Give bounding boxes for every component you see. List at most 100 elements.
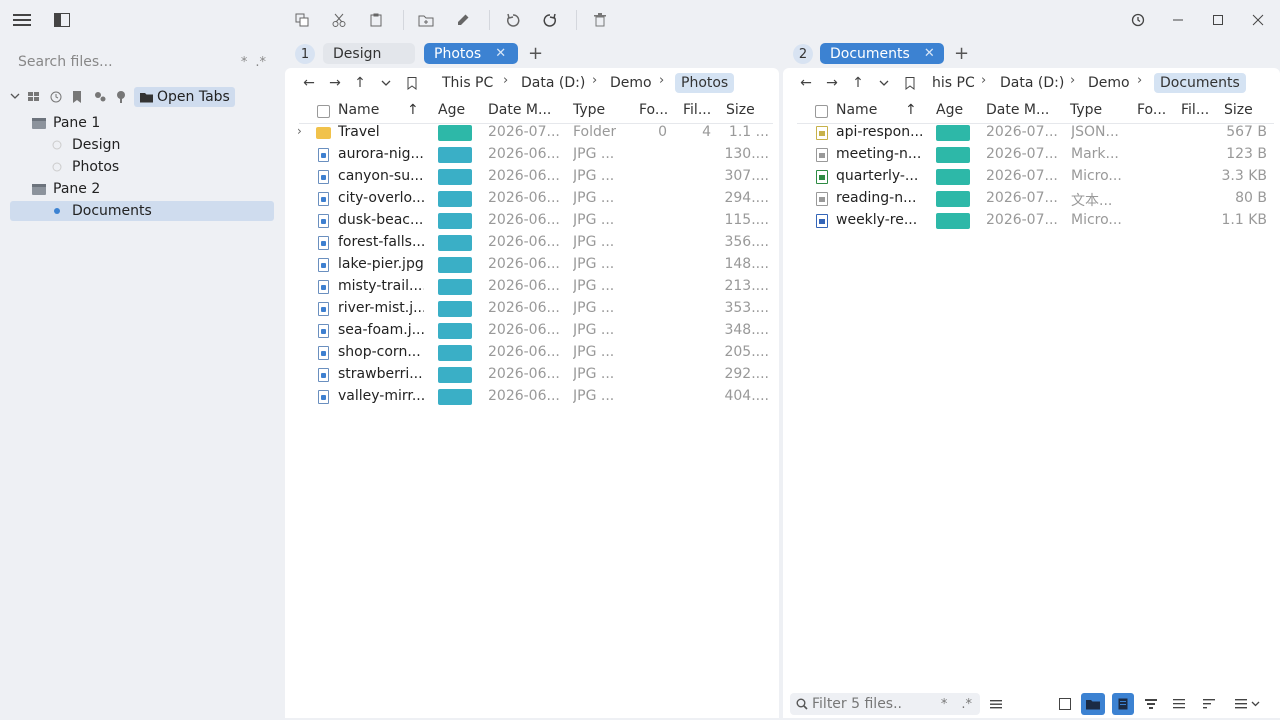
tab-close-icon[interactable]: ✕ — [495, 46, 506, 61]
breadcrumb-current[interactable]: Documents — [1154, 73, 1246, 93]
column-size[interactable]: Size — [726, 102, 755, 122]
forward-icon[interactable]: → — [326, 74, 344, 92]
history-dropdown-icon[interactable] — [875, 74, 893, 92]
back-icon[interactable]: ← — [797, 74, 815, 92]
tab-close-icon[interactable]: ✕ — [924, 46, 935, 61]
density-icon[interactable] — [1168, 693, 1190, 715]
tree-tab-photos[interactable]: Photos — [52, 157, 119, 177]
new-folder-icon[interactable] — [414, 8, 438, 32]
list-options-icon[interactable] — [985, 693, 1007, 715]
new-tab-button[interactable]: + — [528, 43, 543, 64]
column-size[interactable]: Size — [1224, 102, 1253, 122]
table-row[interactable]: meeting-n... 2026-07... Mark... 123 B — [783, 144, 1280, 166]
grid-view-icon[interactable] — [28, 91, 40, 103]
table-row[interactable]: lake-pier.jpg 2026-06... JPG ... 148.... — [285, 254, 779, 276]
table-row[interactable]: forest-falls... 2026-06... JPG ... 356.... — [285, 232, 779, 254]
tree-pane-2[interactable]: Pane 2 — [32, 179, 100, 199]
up-icon[interactable]: ↑ — [849, 74, 867, 92]
bookmark-icon[interactable] — [403, 74, 421, 92]
regex-toggle[interactable]: .* — [255, 55, 266, 70]
table-row[interactable]: quarterly-... 2026-07... Micro... 3.3 KB — [783, 166, 1280, 188]
column-type[interactable]: Type — [1070, 102, 1102, 122]
view-mode-dropdown[interactable] — [1228, 693, 1268, 715]
search-input[interactable]: Search files... * .* — [10, 49, 274, 75]
column-files[interactable]: Fil... — [683, 102, 711, 122]
minimize-icon[interactable] — [1166, 8, 1190, 32]
delete-icon[interactable] — [588, 8, 612, 32]
breadcrumb-item[interactable]: Demo — [1088, 73, 1130, 93]
tree-tab-documents[interactable]: Documents — [10, 201, 274, 221]
column-age[interactable]: Age — [438, 102, 465, 122]
new-tab-button[interactable]: + — [954, 43, 969, 64]
table-row[interactable]: dusk-beac... 2026-06... JPG ... 115.... — [285, 210, 779, 232]
table-row[interactable]: strawberri... 2026-06... JPG ... 292.... — [285, 364, 779, 386]
table-row[interactable]: sea-foam.j... 2026-06... JPG ... 348.... — [285, 320, 779, 342]
history-dropdown-icon[interactable] — [377, 74, 395, 92]
sort-ascending-icon[interactable]: ↑ — [407, 102, 419, 122]
filter-input[interactable]: Filter 5 files.. * .* — [790, 693, 980, 715]
table-row[interactable]: river-mist.j... 2026-06... JPG ... 353.... — [285, 298, 779, 320]
column-date[interactable]: Date M... — [488, 102, 551, 122]
regex-toggle[interactable]: .* — [961, 697, 972, 712]
table-row[interactable]: valley-mirr... 2026-06... JPG ... 404.... — [285, 386, 779, 408]
table-row[interactable]: reading-n... 2026-07... 文本... 80 B — [783, 188, 1280, 210]
wildcard-toggle[interactable]: * — [241, 55, 248, 70]
table-row[interactable]: › Travel 2026-07... Folder 0 4 1.1 ... — [285, 122, 779, 144]
tags-icon[interactable] — [94, 91, 106, 103]
copy-icon[interactable] — [290, 8, 314, 32]
group-icon[interactable] — [1140, 693, 1162, 715]
column-name[interactable]: Name — [338, 102, 379, 122]
table-row[interactable]: shop-corn... 2026-06... JPG ... 205.... — [285, 342, 779, 364]
forward-icon[interactable]: → — [823, 74, 841, 92]
redo-icon[interactable] — [538, 8, 562, 32]
table-row[interactable]: weekly-re... 2026-07... Micro... 1.1 KB — [783, 210, 1280, 232]
sort-icon[interactable] — [1198, 693, 1220, 715]
up-icon[interactable]: ↑ — [351, 74, 369, 92]
column-folders[interactable]: Fo... — [1137, 102, 1166, 122]
bookmark-icon[interactable] — [72, 91, 82, 103]
rename-icon[interactable] — [451, 8, 475, 32]
table-row[interactable]: misty-trail.... 2026-06... JPG ... 213.... — [285, 276, 779, 298]
chevron-down-icon[interactable] — [10, 91, 22, 103]
breadcrumb-item[interactable]: Demo — [610, 73, 652, 93]
history-icon[interactable] — [1126, 8, 1150, 32]
tab-photos[interactable]: Photos ✕ — [424, 43, 518, 64]
tab-design[interactable]: Design — [323, 43, 415, 64]
close-icon[interactable] — [1246, 8, 1270, 32]
cut-icon[interactable] — [327, 8, 351, 32]
table-row[interactable]: api-respon... 2026-07... JSON... 567 B — [783, 122, 1280, 144]
wildcard-toggle[interactable]: * — [941, 697, 948, 712]
menu-icon[interactable] — [10, 8, 34, 32]
bookmark-icon[interactable] — [901, 74, 919, 92]
breadcrumb-current[interactable]: Photos — [675, 73, 735, 93]
open-tabs-node[interactable]: Open Tabs — [134, 87, 235, 107]
table-row[interactable]: canyon-su... 2026-06... JPG ... 307.... — [285, 166, 779, 188]
breadcrumb-item[interactable]: Data (D:) — [1000, 73, 1064, 93]
show-folders-icon[interactable] — [1081, 693, 1105, 715]
column-date[interactable]: Date M... — [986, 102, 1049, 122]
paste-icon[interactable] — [364, 8, 388, 32]
undo-icon[interactable] — [501, 8, 525, 32]
pin-icon[interactable] — [116, 91, 126, 103]
select-all-checkbox[interactable] — [317, 105, 330, 118]
select-toggle-icon[interactable] — [1054, 693, 1076, 715]
column-name[interactable]: Name — [836, 102, 877, 122]
expand-chevron-icon[interactable]: › — [297, 124, 302, 142]
breadcrumb-item[interactable]: Data (D:) — [521, 73, 585, 93]
table-row[interactable]: aurora-nig... 2026-06... JPG ... 130.... — [285, 144, 779, 166]
sort-ascending-icon[interactable]: ↑ — [905, 102, 917, 122]
breadcrumb-item[interactable]: his PC — [932, 73, 975, 93]
maximize-icon[interactable] — [1206, 8, 1230, 32]
recent-icon[interactable] — [50, 91, 62, 103]
tree-pane-1[interactable]: Pane 1 — [32, 113, 100, 133]
table-row[interactable]: city-overlo... 2026-06... JPG ... 294.... — [285, 188, 779, 210]
tab-documents[interactable]: Documents ✕ — [820, 43, 944, 64]
select-all-checkbox[interactable] — [815, 105, 828, 118]
breadcrumb-item[interactable]: This PC — [442, 73, 493, 93]
toggle-sidebar-icon[interactable] — [50, 8, 74, 32]
column-type[interactable]: Type — [573, 102, 605, 122]
column-folders[interactable]: Fo... — [639, 102, 668, 122]
column-age[interactable]: Age — [936, 102, 963, 122]
column-files[interactable]: Fil... — [1181, 102, 1209, 122]
show-files-icon[interactable] — [1112, 693, 1134, 715]
